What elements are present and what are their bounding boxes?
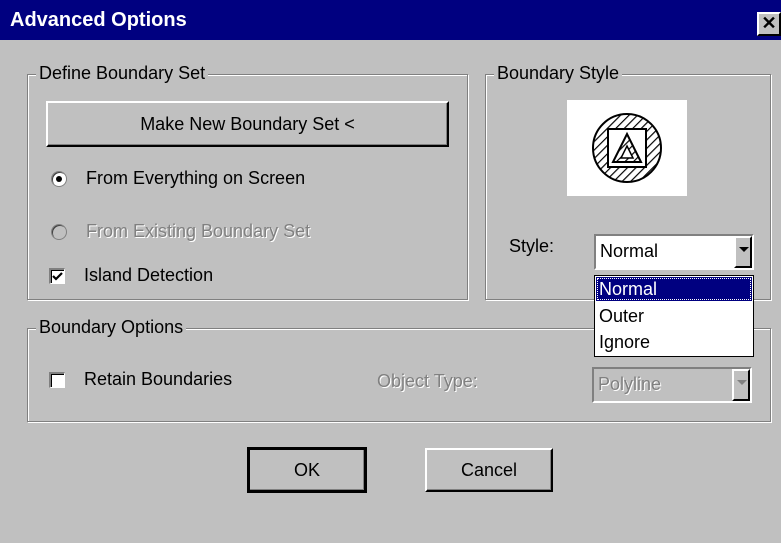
boundary-style-preview (567, 100, 687, 196)
from-existing-radio (51, 224, 67, 240)
style-label: Style: (509, 236, 555, 256)
check-icon (52, 272, 63, 281)
make-new-boundary-set-button[interactable]: Make New Boundary Set < (46, 101, 449, 147)
ok-button[interactable]: OK (247, 447, 367, 493)
style-option-normal[interactable]: Normal (596, 277, 752, 301)
ok-label: OK (293, 460, 320, 480)
chevron-down-icon (732, 369, 750, 401)
style-dropdown-list: Normal Outer Ignore (594, 275, 754, 357)
style-dropdown[interactable]: Normal (594, 234, 754, 270)
retain-boundaries-checkbox[interactable] (49, 372, 65, 388)
style-value: Normal (600, 241, 659, 261)
island-detection-style-icon (592, 113, 662, 183)
style-option-outer[interactable]: Outer (596, 304, 752, 328)
island-detection-label[interactable]: Island Detection (84, 265, 213, 286)
object-type-label: Object Type: (377, 371, 478, 391)
cancel-label: Cancel (460, 460, 518, 480)
style-option-ignore[interactable]: Ignore (596, 330, 752, 354)
boundary-options-legend: Boundary Options (36, 317, 187, 338)
chevron-down-icon[interactable] (734, 236, 752, 268)
object-type-dropdown: Polyline (592, 367, 752, 403)
boundary-style-legend: Boundary Style (494, 63, 623, 84)
title-bar: Advanced Options ✕ (0, 0, 781, 40)
window-title: Advanced Options (10, 9, 187, 31)
from-everything-radio[interactable] (51, 171, 67, 187)
island-detection-checkbox[interactable] (49, 268, 65, 284)
from-everything-label[interactable]: From Everything on Screen (86, 168, 305, 189)
make-new-boundary-set-label: Make New Boundary Set < (140, 114, 355, 134)
retain-boundaries-label[interactable]: Retain Boundaries (84, 369, 232, 390)
radio-selected-dot (56, 176, 62, 182)
close-button[interactable]: ✕ (757, 12, 781, 36)
from-existing-label: From Existing Boundary Set (86, 221, 311, 241)
cancel-button[interactable]: Cancel (425, 448, 553, 492)
define-boundary-set-legend: Define Boundary Set (36, 63, 209, 84)
object-type-value: Polyline (598, 374, 662, 394)
close-icon: ✕ (761, 13, 777, 33)
